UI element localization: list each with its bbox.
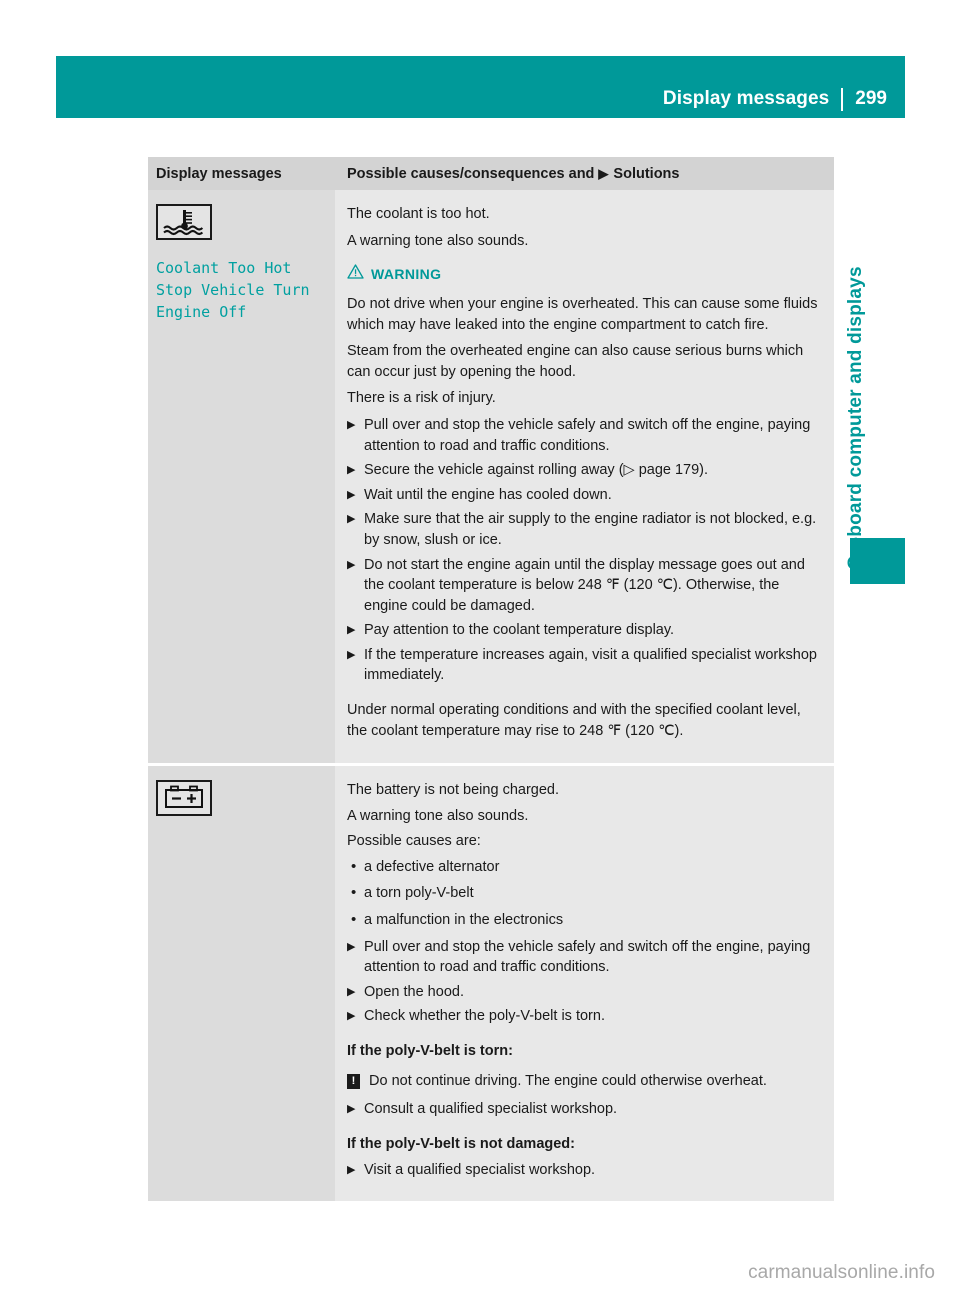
solution-step: ▶ Make sure that the air supply to the e… [347,509,820,550]
page-title: Display messages [662,88,830,109]
cause-item: • a torn poly-V-belt [347,883,820,904]
intro-line: A warning tone also sounds. [347,232,529,249]
intro-line: The coolant is too hot. [347,206,490,222]
display-message-cell: Coolant Too Hot Stop Vehicle Turn Engine… [148,190,335,764]
chapter-label: On-board computer and displays [845,266,866,570]
caution-note: ! Do not continue driving. The engine co… [347,1071,820,1092]
bullet-dot-icon: • [351,911,357,929]
cause-text: a malfunction in the electronics [364,912,564,929]
possible-causes-list: • a defective alternator • a torn poly-V… [347,857,820,931]
causes-solutions-cell: The battery is not being charged. A warn… [335,766,834,1201]
solution-step-text: Pull over and stop the vehicle safely an… [364,938,811,976]
solution-step-text: Pay attention to the coolant temperature… [364,622,675,639]
step-triangle-icon: ▶ [347,985,356,998]
column-header-causes-text: Possible causes/consequences and [347,165,595,182]
page-header-inner: Display messages 299 [663,88,905,118]
step-triangle-icon: ▶ [347,464,356,477]
page-header-band: Display messages 299 [56,56,905,118]
causes-solutions-cell: The coolant is too hot. A warning tone a… [335,190,834,764]
solution-step: ▶ Do not start the engine again until th… [347,555,820,617]
display-messages-table: Display messages Possible causes/consequ… [148,157,834,1201]
solution-step: ▶ Open the hood. [347,982,820,1003]
solution-step-text: Pull over and stop the vehicle safely an… [364,417,811,454]
solution-step-text: Consult a qualified specialist workshop. [364,1101,618,1118]
table-header-row: Display messages Possible causes/consequ… [148,157,834,190]
closing-paragraph: Under normal operating conditions and wi… [347,701,801,739]
warning-heading: WARNING [347,264,820,284]
solution-step-text: If the temperature increases again, visi… [364,646,817,684]
step-triangle-icon: ▶ [347,558,356,571]
solution-step-text: Wait until the engine has cooled down. [364,486,612,503]
cause-text: a defective alternator [364,858,500,875]
chapter-tab-marker [850,538,905,584]
display-message-cell [148,766,335,1201]
solution-step: ▶ Pull over and stop the vehicle safely … [347,937,820,978]
cause-item: • a malfunction in the electronics [347,910,820,931]
warning-paragraph: There is a risk of injury. [347,390,496,407]
bullet-dot-icon: • [351,857,357,875]
step-triangle-icon: ▶ [347,624,356,637]
solution-triangle-icon: ▶ [598,166,609,181]
intro-line: Possible causes are: [347,833,481,850]
site-watermark: carmanualsonline.info [748,1262,935,1283]
table-row: Coolant Too Hot Stop Vehicle Turn Engine… [148,190,834,764]
step-triangle-icon: ▶ [347,488,356,501]
caution-note-text: Do not continue driving. The engine coul… [369,1072,767,1089]
battery-charge-icon [156,780,212,817]
display-message-text: Coolant Too Hot Stop Vehicle Turn Engine… [156,259,310,322]
step-triangle-icon: ▶ [347,513,356,526]
solution-step: ▶ Consult a qualified specialist worksho… [347,1099,820,1120]
page-number: 299 [855,88,887,109]
solution-step: ▶ If the temperature increases again, vi… [347,645,820,686]
warning-paragraph: Steam from the overheated engine can als… [347,343,804,380]
step-triangle-icon: ▶ [347,1103,356,1116]
cause-item: • a defective alternator [347,857,820,878]
solution-step-text: Secure the vehicle against rolling away … [364,462,709,479]
table-row: The battery is not being charged. A warn… [148,766,834,1201]
warning-paragraph: Do not drive when your engine is overhea… [347,296,818,333]
column-header-display-messages: Display messages [156,165,282,182]
step-triangle-icon: ▶ [347,648,356,661]
warning-triangle-icon [347,264,364,284]
step-triangle-icon: ▶ [347,940,356,953]
solution-step-text: Open the hood. [364,983,464,1000]
column-header-solutions-text: Solutions [613,165,680,182]
solution-step-text: Do not start the engine again until the … [364,556,805,614]
solution-step-list: ▶ Pull over and stop the vehicle safely … [347,937,820,1027]
coolant-temperature-icon [156,204,212,240]
solution-step: ▶ Check whether the poly-V-belt is torn. [347,1006,820,1027]
step-triangle-icon: ▶ [347,419,356,432]
exclamation-icon: ! [347,1073,360,1089]
subheading-belt-torn: If the poly-V-belt is torn: [347,1042,513,1059]
solution-step: ▶ Visit a qualified specialist workshop. [347,1160,820,1181]
warning-label: WARNING [371,266,442,283]
solution-step-text: Visit a qualified specialist workshop. [364,1162,596,1179]
solution-step: ▶ Pay attention to the coolant temperatu… [347,620,820,641]
step-triangle-icon: ▶ [347,1164,356,1177]
intro-line: A warning tone also sounds. [347,807,529,824]
solution-step-text: Check whether the poly-V-belt is torn. [364,1008,605,1025]
solution-step-list: ▶ Consult a qualified specialist worksho… [347,1099,820,1120]
bullet-dot-icon: • [351,884,357,902]
solution-step: ▶ Secure the vehicle against rolling awa… [347,460,820,481]
solution-step-list: ▶ Pull over and stop the vehicle safely … [347,415,820,686]
intro-line: The battery is not being charged. [347,782,559,799]
step-triangle-icon: ▶ [347,1010,356,1023]
subheading-belt-ok: If the poly-V-belt is not damaged: [347,1135,575,1152]
solution-step: ▶ Wait until the engine has cooled down. [347,485,820,506]
solution-step-list: ▶ Visit a qualified specialist workshop. [347,1160,820,1181]
cause-text: a torn poly-V-belt [364,885,474,902]
solution-step-text: Make sure that the air supply to the eng… [364,511,817,548]
solution-step: ▶ Pull over and stop the vehicle safely … [347,415,820,456]
column-header-solutions: Possible causes/consequences and ▶ Solut… [335,166,834,182]
